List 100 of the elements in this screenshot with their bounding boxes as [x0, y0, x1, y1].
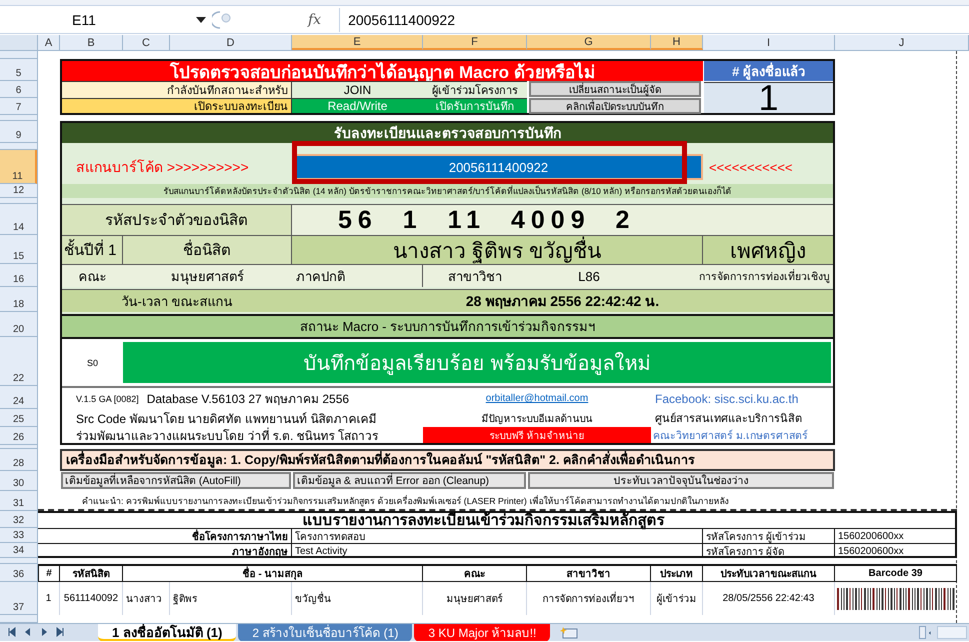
- mode-value: JOIN: [292, 81, 423, 98]
- caret-icon[interactable]: [196, 16, 206, 24]
- table-cell: มนุษยศาสตร์: [423, 582, 527, 615]
- row-header[interactable]: 18: [0, 287, 37, 312]
- row-header[interactable]: 14: [0, 204, 37, 235]
- field-label: รหัสประจำตัวของนิสิต: [62, 204, 292, 235]
- year-label: ชั้นปีที่ 1: [62, 235, 123, 264]
- field-label: ชื่อโครงการภาษาไทย: [38, 528, 292, 543]
- tool-button[interactable]: เติมข้อมูลที่เหลือจากรหัสนิสิต (AutoFill): [61, 472, 291, 489]
- tools-instruction: เครื่องมือสำหรับจัดการข้อมูล: 1. Copy/พิมพ์รหัสนิสิตตามที่ต้องการในคอลัมน์ "รหัสนิสิต" 2. คลิกคำสั่งเพื่อดำเนินการ: [60, 449, 835, 471]
- field-value: 1560200600xx: [835, 528, 957, 543]
- system-label: เปิดระบบลงทะเบียน: [62, 98, 292, 113]
- row-header[interactable]: 28: [0, 449, 37, 471]
- column-heading: ประเภท: [651, 564, 703, 582]
- row-header[interactable]: 15: [0, 235, 37, 264]
- row-header[interactable]: 33: [0, 528, 37, 543]
- column-header[interactable]: G: [527, 35, 651, 50]
- row-header[interactable]: 37: [0, 582, 37, 615]
- row-header[interactable]: 36: [0, 564, 37, 582]
- row-header[interactable]: 24: [0, 386, 37, 409]
- mode-label: กำลังบันทึกสถานะสำหรับ: [62, 81, 292, 98]
- select-all-corner[interactable]: [0, 35, 38, 50]
- column-heading: คณะ: [423, 564, 527, 582]
- tool-button[interactable]: เติมข้อมูล & ลบแถวที่ Error ออก (Cleanup): [293, 472, 526, 489]
- function-label[interactable]: fx: [308, 12, 322, 28]
- center-name: ศูนย์สารสนเทศและบริการนิสิต: [651, 409, 833, 427]
- sheet-tab[interactable]: 2 สร้างใบเซ็นชื่อบาร์โค้ด (1): [238, 624, 412, 641]
- field-label: รหัสโครงการ ผู้เข้าร่วม: [703, 528, 835, 543]
- column-header[interactable]: F: [423, 35, 527, 50]
- field-value: โครงการทดสอบ: [292, 528, 703, 543]
- scan-time: 28 พฤษภาคม 2556 22:42:42 น.: [292, 289, 833, 312]
- column-heading: สาขาวิชา: [527, 564, 651, 582]
- row-header[interactable]: 31: [0, 491, 37, 511]
- open-system-button[interactable]: คลิกเพื่อเปิดระบบบันทึก: [529, 98, 701, 114]
- row-header[interactable]: 22: [0, 337, 37, 386]
- field-label: รหัสโครงการ ผู้จัด: [703, 543, 835, 558]
- field-label: ภาษาอังกฤษ: [38, 543, 292, 558]
- column-header[interactable]: H: [651, 35, 703, 50]
- name-box[interactable]: E11: [22, 8, 190, 30]
- field-label: คณะ: [62, 264, 123, 287]
- field-label: วัน-เวลา ขณะสแกน: [62, 289, 292, 312]
- row-header[interactable]: 11: [0, 150, 37, 184]
- column-heading: #: [38, 564, 60, 582]
- change-mode-button[interactable]: เปลี่ยนสถานะเป็นผู้จัด: [529, 81, 701, 97]
- tool-button[interactable]: ประทับเวลาปัจจุบันในช่องว่าง: [528, 472, 834, 489]
- column-header[interactable]: J: [835, 35, 969, 50]
- table-cell: ผู้เข้าร่วม: [651, 582, 703, 615]
- faculty-value: มนุษยศาสตร์: [123, 264, 292, 287]
- row-header[interactable]: 34: [0, 543, 37, 558]
- student-id: 56 1 11 4009 2: [292, 204, 833, 235]
- system-status: เปิดรับการบันทึก: [423, 98, 527, 113]
- table-cell: นางสาว: [123, 582, 170, 615]
- row-header[interactable]: 9: [0, 121, 37, 143]
- program-type: ภาคปกติ: [292, 264, 423, 287]
- column-header[interactable]: B: [60, 35, 123, 50]
- formula-field[interactable]: 20056111400922: [339, 8, 969, 32]
- counter-label: # ผู้ลงชื่อแล้ว: [704, 61, 833, 81]
- scrollbar-thumb[interactable]: [919, 626, 926, 639]
- row-header[interactable]: 30: [0, 471, 37, 491]
- column-heading: รหัสนิสิต: [60, 564, 123, 582]
- system-value: Read/Write: [292, 98, 423, 113]
- table-cell: การจัดการท่องเที่ยวฯ: [527, 582, 651, 615]
- scan-label: สแกนบาร์โค้ด >>>>>>>>>>: [75, 158, 250, 177]
- table-cell: 1: [38, 582, 60, 615]
- row-header[interactable]: 12: [0, 184, 37, 198]
- gender-value: เพศหญิง: [703, 235, 833, 264]
- row-header[interactable]: 26: [0, 427, 37, 445]
- mode-role: ผู้เข้าร่วมโครงการ: [423, 81, 527, 98]
- student-name: นางสาว ฐิติพร ขวัญชื่น: [292, 235, 703, 264]
- row-header[interactable]: 16: [0, 264, 37, 287]
- sheet-tab[interactable]: 3 KU Major ห้ามลบ!!: [414, 624, 550, 641]
- status-message: บันทึกข้อมูลเรียบร้อย พร้อมรับข้อมูลใหม่: [123, 342, 831, 383]
- version-text: V.1.5 GA [0082]: [76, 394, 139, 404]
- row-header[interactable]: 6: [0, 81, 37, 98]
- field-value: 1560200600xx: [835, 543, 957, 558]
- report-title: แบบรายงานการลงทะเบียนเข้าร่วมกิจกรรมเสริมหลักสูตร: [302, 511, 666, 528]
- column-header[interactable]: A: [38, 35, 60, 50]
- row-header[interactable]: 25: [0, 409, 37, 427]
- row-header[interactable]: 20: [0, 312, 37, 337]
- row-header[interactable]: 7: [0, 98, 37, 115]
- row-header[interactable]: 5: [0, 59, 37, 81]
- column-header[interactable]: E: [292, 35, 423, 50]
- column-header[interactable]: C: [123, 35, 170, 50]
- co-developer-text: ร่วมพัฒนาและวางแผนระบบโดย ว่าที่ ร.ต. ชนินทร โสถาวร: [62, 427, 423, 443]
- major-value: การจัดการการท่องเที่ยวเชิงบู: [651, 264, 833, 287]
- scan-hint: รับสแกนบาร์โค้ดหลังบัตรประจำตัวนิสิต (14 หลัก) บัตรข้าราชการคณะวิทยาศาสตร์/บาร์โค้ดที่แปลงเป็นรหัสนิสิต (8/10 หลัก) หรือกรอกรหัสด้วยตนเองก็ได้: [62, 184, 833, 198]
- faculty-name: คณะวิทยาศาสตร์ ม.เกษตรศาสตร์: [651, 427, 833, 443]
- license-note: ระบบฟรี ห้ามจำหน่าย: [423, 427, 651, 443]
- email-note: มีปัญหาระบบอีเมลด้านบน: [423, 409, 651, 427]
- developer-text: Src Code พัฒนาโดย นายดิศทัต แพทยานนท์ นิสิตภาคเคมี: [62, 409, 423, 427]
- database-text: Database V.56103 27 พฤษภาคม 2556: [146, 391, 350, 408]
- scrollbar-track[interactable]: [937, 626, 967, 639]
- table-cell: 28/05/2556 22:42:43: [703, 582, 835, 615]
- barcode-input-field[interactable]: 20056111400922: [294, 154, 703, 180]
- status-code: S0: [62, 337, 123, 386]
- column-heading: ชื่อ - นามสกุล: [123, 564, 423, 582]
- column-header[interactable]: I: [703, 35, 835, 50]
- table-cell: 5611140092: [60, 582, 123, 615]
- section-title: รับลงทะเบียนและตรวจสอบการบันทึก: [62, 123, 833, 143]
- row-header[interactable]: 32: [0, 511, 37, 528]
